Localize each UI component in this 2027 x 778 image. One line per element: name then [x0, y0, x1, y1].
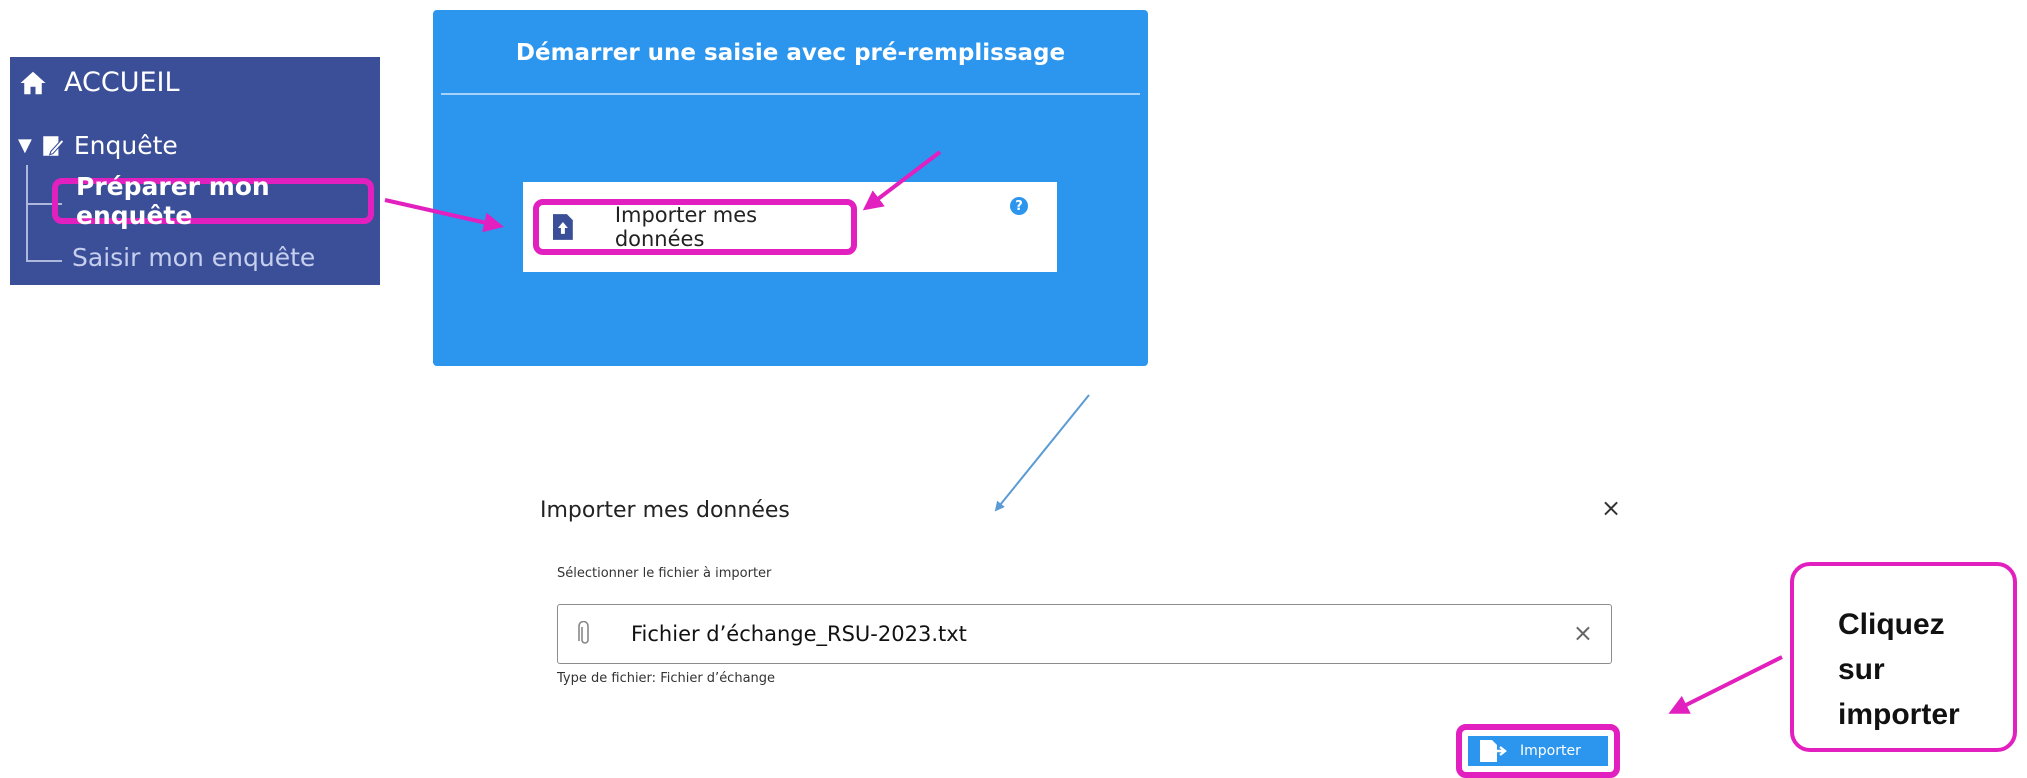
- callout-line: sur: [1838, 653, 1885, 686]
- sidebar-nav: ACCUEIL ▼ Enquête Préparer mon enquête S…: [10, 57, 380, 285]
- file-upload-icon: [553, 214, 573, 240]
- caret-down-icon: ▼: [18, 135, 32, 156]
- arrow-callout-to-button: [1668, 655, 1783, 714]
- home-icon: [20, 71, 46, 94]
- import-button-label: Importer: [1520, 743, 1581, 759]
- instruction-callout: Cliquez sur importer: [1790, 562, 2017, 752]
- arrow-to-dialog: [994, 394, 1090, 512]
- import-data-button[interactable]: Importer mes données: [533, 199, 857, 255]
- callout-line: Cliquez: [1838, 608, 1945, 641]
- tree-branch: [26, 260, 62, 262]
- sidebar-item-label: ACCUEIL: [64, 67, 180, 98]
- sidebar-section-enquete[interactable]: ▼ Enquête: [18, 131, 178, 160]
- tree-line: [26, 165, 28, 261]
- paperclip-icon: [578, 621, 589, 644]
- import-button-highlight: Importer: [1456, 724, 1620, 778]
- file-name: Fichier d’échange_RSU-2023.txt: [631, 622, 967, 646]
- sidebar-item-saisir[interactable]: Saisir mon enquête: [72, 243, 315, 272]
- sidebar-item-label: Préparer mon enquête: [76, 172, 270, 230]
- file-input[interactable]: Fichier d’échange_RSU-2023.txt ×: [557, 604, 1612, 664]
- card-title: Démarrer une saisie avec pré-remplissage: [515, 40, 1066, 66]
- dialog-title: Importer mes données: [540, 498, 790, 523]
- help-icon[interactable]: ?: [1010, 197, 1028, 215]
- file-select-label: Sélectionner le fichier à importer: [557, 566, 772, 581]
- import-button[interactable]: Importer: [1468, 736, 1608, 766]
- close-icon[interactable]: ×: [1601, 494, 1621, 522]
- callout-line: importer: [1838, 698, 1960, 731]
- sidebar-item-accueil[interactable]: ACCUEIL: [18, 67, 180, 98]
- file-type-text: Type de fichier: Fichier d’échange: [557, 671, 776, 686]
- card-panel: Importer mes données ?: [523, 182, 1057, 272]
- sidebar-section-label: Enquête: [73, 131, 178, 160]
- divider: [441, 93, 1140, 95]
- prefill-card: Démarrer une saisie avec pré-remplissage…: [433, 10, 1148, 366]
- edit-document-icon: [43, 135, 65, 156]
- sidebar-item-label: Saisir mon enquête: [72, 243, 316, 272]
- import-icon: [1480, 740, 1507, 762]
- clear-file-icon[interactable]: ×: [1573, 619, 1593, 647]
- sidebar-item-preparer[interactable]: Préparer mon enquête: [52, 172, 374, 230]
- import-data-label: Importer mes données: [614, 203, 758, 251]
